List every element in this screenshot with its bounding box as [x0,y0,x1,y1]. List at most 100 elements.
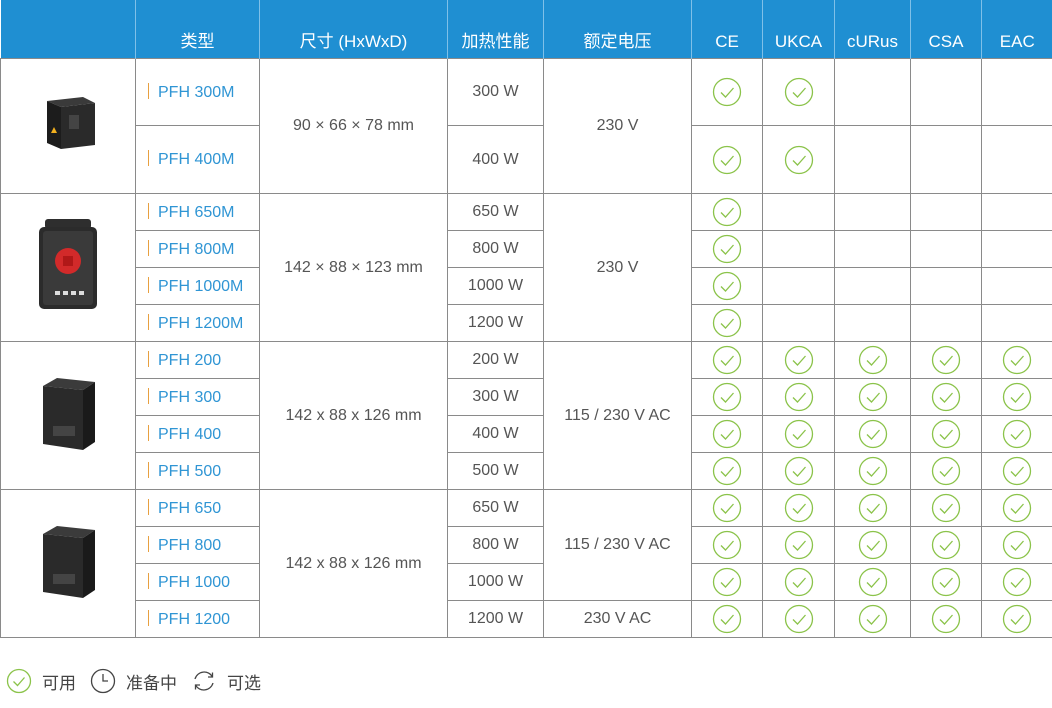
accent-bar [148,239,149,256]
model-name: PFH 1000M [158,277,244,295]
voltage-cell: 115 / 230 V AC [543,341,692,490]
accent-bar [148,498,149,515]
accent-bar [148,82,149,99]
cert-csa-cell [910,452,982,490]
check-circle-icon [858,345,887,375]
model-name: PFH 200 [158,351,222,369]
cert-ce-cell [691,267,763,305]
cert-eac-cell [981,267,1052,305]
model-cell[interactable]: PFH 650 [135,489,260,527]
power-cell: 650 W [447,489,544,527]
refresh-arrows-icon [194,671,214,691]
voltage-cell: 230 V [543,58,692,194]
model-name: PFH 650M [158,203,235,221]
legend-optional: 可选 [191,668,261,694]
cert-csa-cell [910,230,982,268]
check-circle-icon [784,567,813,597]
check-circle-icon [712,382,742,412]
legend-in-preparation: 准备中 [90,668,177,694]
cert-curus-cell [834,267,911,305]
accent-bar [148,387,149,404]
cert-ukca-cell [762,304,835,342]
cert-csa-cell [910,125,982,194]
model-cell[interactable]: PFH 1000M [135,267,260,305]
table-row: PFH 500 500 W [1,452,1052,490]
cert-ukca-cell [762,267,835,305]
cert-csa-cell [910,58,982,126]
check-circle-icon [1002,493,1032,523]
model-name: PFH 1000 [158,573,231,591]
cert-ukca-cell [762,125,835,194]
table-row: PFH 300 300 W [1,378,1052,416]
model-cell[interactable]: PFH 650M [135,193,260,231]
model-cell[interactable]: PFH 1200 [135,600,260,638]
cert-ce-cell [691,193,763,231]
header-power: 加热性能 [447,0,544,59]
model-cell[interactable]: PFH 300M [135,58,260,126]
check-circle-icon [784,493,813,523]
model-cell[interactable]: PFH 300 [135,378,260,416]
table-row: PFH 300M 90 × 66 × 78 mm 300 W 230 V [0,58,1052,194]
check-circle-icon [784,345,813,375]
check-circle-icon [712,234,742,264]
product-image-cell [0,341,136,490]
power-cell: 400 W [447,125,544,194]
cert-ukca-cell [762,415,835,453]
model-cell[interactable]: PFH 200 [135,341,260,379]
check-circle-icon [712,567,742,597]
cert-csa-cell [910,415,982,453]
cert-eac-cell [981,193,1052,231]
cert-eac-cell [981,230,1052,268]
header-voltage: 额定电压 [543,0,692,59]
power-cell: 300 W [447,58,544,126]
model-name: PFH 1200M [158,314,244,332]
accent-bar [148,350,149,367]
check-circle-icon [931,604,961,634]
check-circle-icon [931,382,961,412]
check-circle-icon [931,567,961,597]
cert-eac-cell [981,452,1052,490]
heater-image [43,526,95,598]
check-circle-icon [712,493,742,523]
model-cell[interactable]: PFH 400M [135,125,260,194]
power-cell: 800 W [447,526,544,564]
product-image-cell [0,193,136,342]
check-circle-icon [858,382,887,412]
cert-curus-cell [834,378,911,416]
cert-curus-cell [834,193,911,231]
check-circle-icon [858,419,887,449]
check-circle-icon [712,197,742,227]
model-cell[interactable]: PFH 800 [135,526,260,564]
power-cell: 1200 W [447,304,544,342]
cert-eac-cell [981,125,1052,194]
cert-eac-cell [981,489,1052,527]
check-circle-icon [858,530,887,560]
check-circle-icon [6,668,32,694]
check-circle-icon [858,604,887,634]
check-circle-icon [1002,567,1032,597]
cert-ce-cell [691,58,763,126]
header-type: 类型 [135,0,260,59]
check-circle-icon [712,271,742,301]
model-cell[interactable]: PFH 1200M [135,304,260,342]
model-cell[interactable]: PFH 400 [135,415,260,453]
model-cell[interactable]: PFH 800M [135,230,260,268]
header-size: 尺寸 (HxWxD) [259,0,448,59]
power-cell: 400 W [447,415,544,453]
check-circle-icon [1002,604,1032,634]
model-cell[interactable]: PFH 1000 [135,563,260,601]
model-cell[interactable]: PFH 500 [135,452,260,490]
size-cell: 142 × 88 × 123 mm [259,193,448,342]
check-circle-icon [712,145,742,174]
check-circle-icon [712,604,742,634]
table-row: PFH 400 400 W [1,415,1052,453]
power-cell: 500 W [447,452,544,490]
cert-ce-cell [691,230,763,268]
table-row: PFH 650M 142 × 88 × 123 mm 650 W 230 V [0,193,1052,342]
accent-bar [148,150,149,166]
cert-csa-cell [910,304,982,342]
cert-ce-cell [691,452,763,490]
check-circle-icon [784,145,813,174]
cert-curus-cell [834,58,911,126]
table-row: PFH 650 142 x 88 x 126 mm 650 W 115 / 230 V… [0,489,1052,638]
